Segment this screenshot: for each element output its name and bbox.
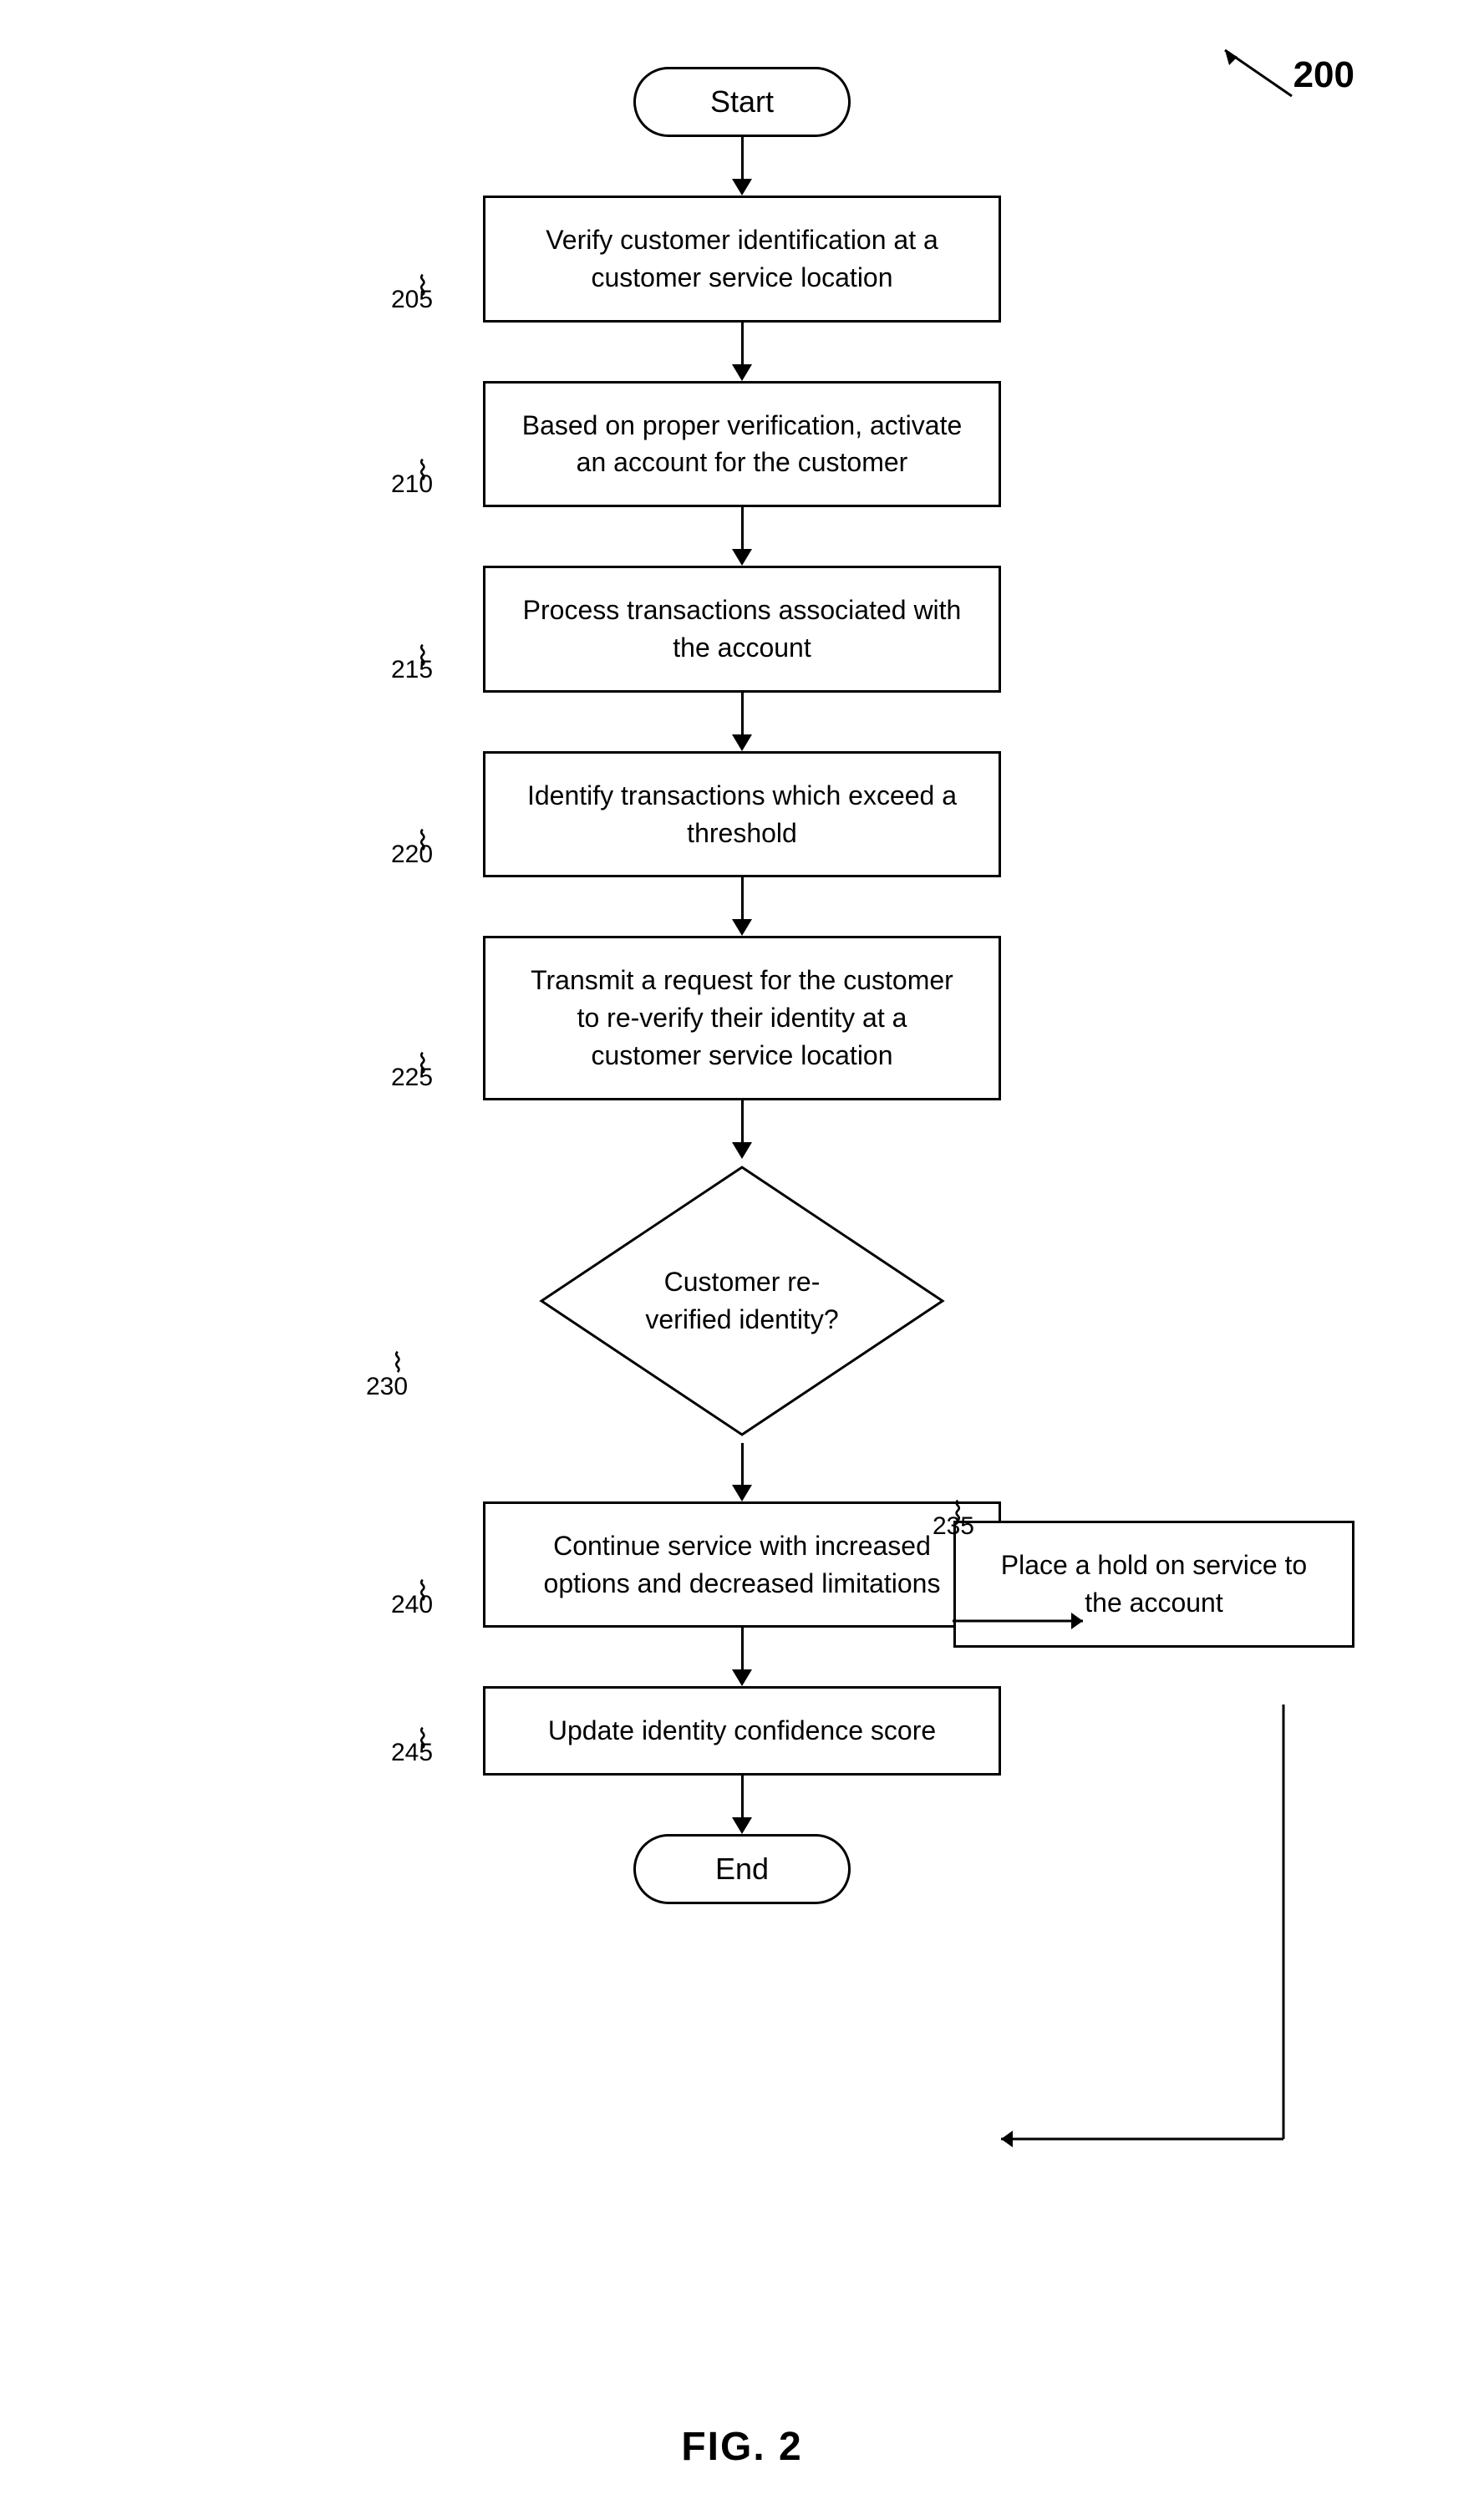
label-230: 230 (366, 1373, 408, 1401)
step-215-row: ⌇ 215 Process transactions associated wi… (483, 566, 1001, 693)
label-210: 210 (391, 470, 433, 499)
arrow-210-to-215 (732, 507, 752, 566)
label-205: 205 (391, 286, 433, 314)
step-215-box: Process transactions associated with the… (483, 566, 1001, 693)
step-220-row: ⌇ 220 Identify transactions which exceed… (483, 751, 1001, 878)
step-205-row: ⌇ 205 Verify customer identification at … (483, 196, 1001, 323)
flowchart-diagram: 200 Start ⌇ 205 Verify customer identifi… (0, 0, 1484, 2520)
label-225: 225 (391, 1064, 433, 1092)
end-label: End (633, 1834, 851, 1904)
step-225-row: ⌇ 225 Transmit a request for the custome… (483, 936, 1001, 1100)
label-235: 235 (933, 1512, 974, 1541)
figure-label: FIG. 2 (681, 2424, 802, 2470)
step-210-row: ⌇ 210 Based on proper verification, acti… (483, 381, 1001, 508)
step-220-box: Identify transactions which exceed a thr… (483, 751, 1001, 878)
step-230-diamond: Customer re-verified identity? (533, 1159, 951, 1443)
step-240-box: Continue service with increased options … (483, 1501, 1001, 1628)
arrow-245-to-end (732, 1776, 752, 1834)
step-245-row: ⌇ 245 Update identity confidence score (483, 1686, 1001, 1776)
label-220: 220 (391, 841, 433, 869)
arrow-215-to-220 (732, 693, 752, 751)
step-205-box: Verify customer identification at a cust… (483, 196, 1001, 323)
arrow-240-to-245 (732, 1628, 752, 1686)
arrow-205-to-210 (732, 323, 752, 381)
start-node: Start (633, 67, 851, 137)
label-215: 215 (391, 656, 433, 684)
arrow-200-icon (1208, 42, 1309, 100)
arrow-start-to-205 (732, 137, 752, 196)
flow-column: Start ⌇ 205 Verify customer identificati… (450, 67, 1034, 2004)
arrow-225-to-230 (732, 1100, 752, 1159)
start-label: Start (633, 67, 851, 137)
step-210-box: Based on proper verification, activate a… (483, 381, 1001, 508)
end-node: End (633, 1834, 851, 1904)
step-230-text: Customer re-verified identity? (633, 1263, 851, 1339)
label-240: 240 (391, 1591, 433, 1619)
step-240-row: ⌇ 240 Continue service with increased op… (483, 1501, 1001, 1628)
arrow-220-to-225 (732, 877, 752, 936)
label-245: 245 (391, 1739, 433, 1767)
step-230-row: ⌇ 230 Customer re-verified identity? (483, 1159, 1001, 1443)
step-245-box: Update identity confidence score (483, 1686, 1001, 1776)
step-225-box: Transmit a request for the customer to r… (483, 936, 1001, 1100)
arrow-230-to-240 (732, 1443, 752, 1501)
step-235-box: Place a hold on service to the account (953, 1521, 1354, 1648)
